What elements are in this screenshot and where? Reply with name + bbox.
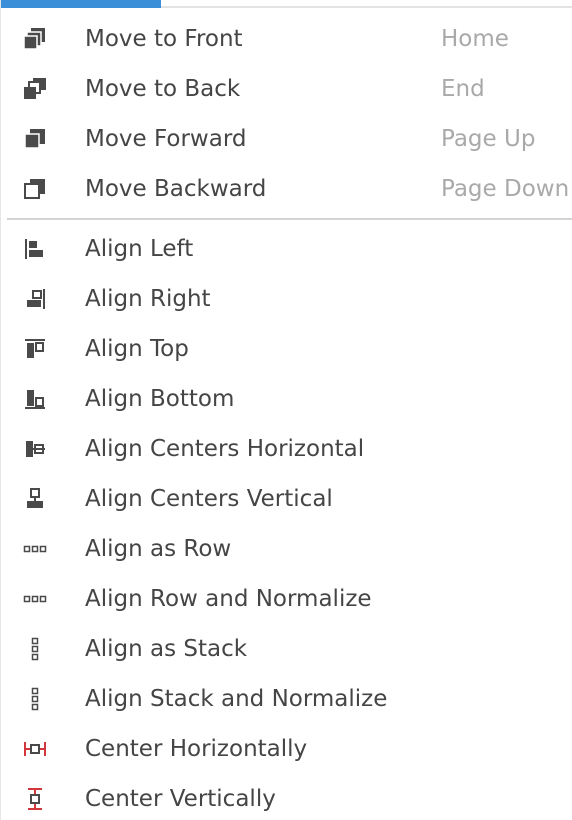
align-section: Align Left Align Right Align Top Align B… [1, 224, 572, 820]
menu-item-label: Center Horizontally [85, 736, 308, 762]
menu-item-align-row-and-normalize[interactable]: Align Row and Normalize [1, 574, 572, 624]
menu-item-label: Move to Front [85, 26, 243, 52]
menu-item-shortcut: End [441, 76, 485, 102]
menu-item-label: Move to Back [85, 76, 241, 102]
menu-item-label: Align Bottom [85, 386, 235, 412]
active-tab-indicator [1, 0, 161, 8]
align-right-icon [23, 287, 47, 311]
menu-item-align-left[interactable]: Align Left [1, 224, 572, 274]
align-centers-horizontal-icon [23, 437, 47, 461]
align-as-row-icon [23, 537, 47, 561]
menu-item-center-horizontally[interactable]: Center Horizontally [1, 724, 572, 774]
menu-item-align-right[interactable]: Align Right [1, 274, 572, 324]
menu-item-move-to-back[interactable]: Move to Back End [1, 64, 572, 114]
menu-item-align-top[interactable]: Align Top [1, 324, 572, 374]
menu-item-move-backward[interactable]: Move Backward Page Down [1, 164, 572, 214]
menu-item-label: Align Stack and Normalize [85, 686, 388, 712]
menu-item-label: Center Vertically [85, 786, 276, 812]
menu-item-move-forward[interactable]: Move Forward Page Up [1, 114, 572, 164]
menu-item-align-as-stack[interactable]: Align as Stack [1, 624, 572, 674]
move-backward-icon [23, 177, 47, 201]
menu-item-align-as-row[interactable]: Align as Row [1, 524, 572, 574]
center-horizontally-icon [23, 737, 47, 761]
menu-item-label: Move Backward [85, 176, 267, 202]
menu-item-align-stack-and-normalize[interactable]: Align Stack and Normalize [1, 674, 572, 724]
align-row-normalize-icon [23, 587, 47, 611]
arrange-section: Move to Front Home Move to Back End Move… [1, 14, 572, 214]
menu-item-align-centers-vertical[interactable]: Align Centers Vertical [1, 474, 572, 524]
center-vertically-icon [23, 787, 47, 811]
move-to-front-icon [23, 27, 47, 51]
menu-item-label: Align Right [85, 286, 211, 312]
menu-item-move-to-front[interactable]: Move to Front Home [1, 14, 572, 64]
menu-item-align-bottom[interactable]: Align Bottom [1, 374, 572, 424]
align-top-icon [23, 337, 47, 361]
menu-item-label: Align Left [85, 236, 194, 262]
menu-item-label: Align Centers Vertical [85, 486, 333, 512]
menu-item-label: Align Centers Horizontal [85, 436, 365, 462]
align-bottom-icon [23, 387, 47, 411]
menu-top-border [161, 6, 572, 8]
menu-item-label: Align as Stack [85, 636, 248, 662]
context-menu: Move to Front Home Move to Back End Move… [0, 0, 572, 820]
menu-item-shortcut: Home [441, 26, 509, 52]
align-stack-normalize-icon [23, 687, 47, 711]
menu-separator [7, 218, 572, 220]
menu-item-align-centers-horizontal[interactable]: Align Centers Horizontal [1, 424, 572, 474]
menu-item-center-vertically[interactable]: Center Vertically [1, 774, 572, 820]
align-as-stack-icon [23, 637, 47, 661]
move-to-back-icon [23, 77, 47, 101]
menu-item-label: Align as Row [85, 536, 232, 562]
menu-item-shortcut: Page Up [441, 126, 536, 152]
menu-item-label: Align Top [85, 336, 189, 362]
menu-item-label: Move Forward [85, 126, 247, 152]
align-left-icon [23, 237, 47, 261]
menu-item-label: Align Row and Normalize [85, 586, 372, 612]
menu-item-shortcut: Page Down [441, 176, 570, 202]
align-centers-vertical-icon [23, 487, 47, 511]
move-forward-icon [23, 127, 47, 151]
